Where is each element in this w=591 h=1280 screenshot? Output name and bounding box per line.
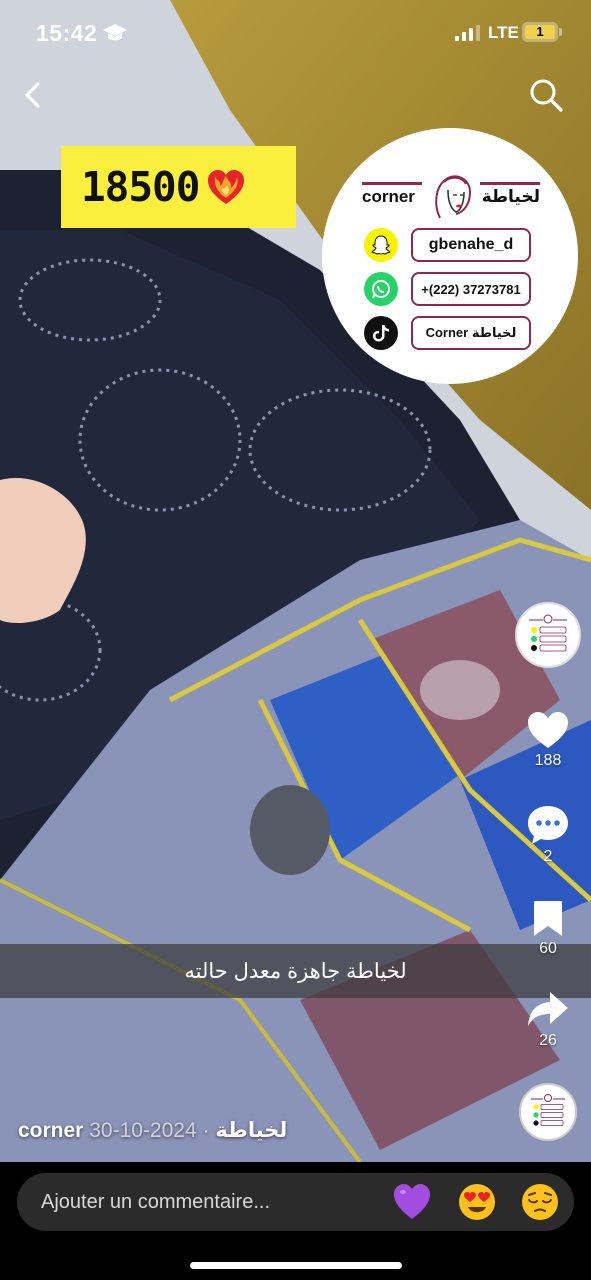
bookmark-icon	[534, 901, 562, 936]
meta-separator: ·	[196, 1119, 216, 1142]
brand-arabic: لخياطة	[481, 187, 540, 206]
whatsapp-icon	[364, 272, 398, 306]
tiktok-icon	[364, 316, 398, 350]
sound-logo-icon	[531, 1094, 565, 1126]
brand-logo: corner لخياطة	[362, 170, 540, 220]
back-button[interactable]	[16, 78, 50, 112]
heart-eyes-emoji-button[interactable]	[457, 1182, 497, 1222]
battery-level: 1	[525, 25, 555, 39]
post-date: 2024-10-30	[89, 1119, 197, 1142]
brand-divider	[480, 182, 540, 185]
pensive-face-icon	[522, 1184, 558, 1220]
brand-divider	[362, 182, 422, 185]
graduation-cap-icon	[103, 24, 127, 41]
price-tag: 18500	[61, 146, 296, 228]
video-caption: لخياطة جاهزة معدل حالته	[0, 944, 591, 998]
brand-latin: corner	[362, 187, 415, 206]
status-bar: 15:42 LTE 1	[0, 0, 591, 64]
share-count: 26	[539, 1032, 557, 1049]
purple-heart-emoji-button[interactable]	[392, 1182, 432, 1222]
comment-count: 2	[543, 848, 553, 865]
comment-bubble-icon	[528, 806, 568, 844]
comment-button[interactable]: 2	[521, 804, 575, 866]
pensive-emoji-button[interactable]	[520, 1182, 560, 1222]
battery-icon: 1	[522, 22, 558, 42]
share-arrow-icon	[528, 992, 568, 1026]
search-icon	[530, 79, 563, 112]
snapchat-icon	[364, 228, 398, 262]
chevron-left-icon	[25, 82, 40, 108]
contact-tiktok: Corner لخياطة	[364, 316, 534, 350]
snapchat-handle: gbenahe_d	[411, 228, 531, 262]
save-button[interactable]: 60	[521, 898, 575, 958]
heart-on-fire-icon	[208, 170, 245, 204]
share-button[interactable]: 26	[521, 990, 575, 1050]
heart-icon	[528, 712, 568, 748]
battery-tip	[559, 28, 562, 36]
home-indicator[interactable]	[190, 1262, 402, 1269]
purple-heart-icon	[394, 1184, 430, 1219]
creator-logo-icon	[529, 614, 567, 652]
signal-bars-icon	[455, 25, 480, 41]
like-button[interactable]: 188	[521, 710, 575, 770]
caption-text: لخياطة جاهزة معدل حالته	[184, 959, 407, 983]
creator-avatar[interactable]	[515, 602, 581, 668]
comment-bar	[17, 1173, 574, 1231]
status-time: 15:42	[36, 20, 98, 46]
network-type: LTE	[488, 23, 519, 42]
contact-card: corner لخياطة gbenahe_d +(222) 37273781 …	[322, 128, 578, 384]
heart-eyes-icon	[459, 1184, 495, 1220]
comment-input[interactable]	[41, 1173, 381, 1231]
post-meta: corner لخياطة · 2024-10-30	[18, 1118, 287, 1143]
bottom-area	[0, 1162, 591, 1280]
like-count: 188	[534, 752, 562, 769]
price-value: 18500	[81, 163, 200, 211]
woman-face-logo-icon	[435, 175, 472, 219]
whatsapp-number: +(222) 37273781	[411, 272, 531, 306]
contact-snapchat: gbenahe_d	[364, 228, 534, 262]
tiktok-handle: Corner لخياطة	[411, 316, 531, 350]
sound-disc[interactable]	[519, 1083, 577, 1141]
contact-whatsapp: +(222) 37273781	[364, 272, 534, 306]
search-button[interactable]	[527, 76, 565, 114]
save-count: 60	[539, 940, 557, 957]
